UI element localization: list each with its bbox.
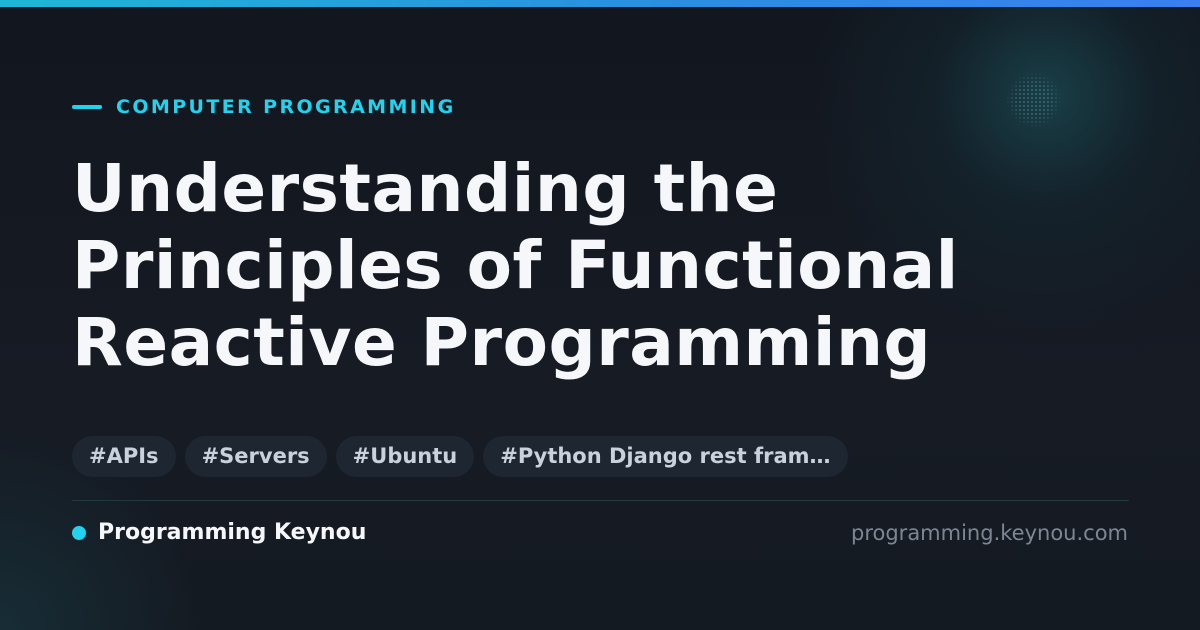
title-line-3: Reactive Programming — [72, 304, 932, 381]
tag-python-django: #Python Django rest fram… — [483, 436, 848, 477]
brand: Programming Keynou — [72, 517, 366, 549]
article-title: Understanding the Principles of Function… — [72, 150, 1132, 381]
tag-list: #APIs #Servers #Ubuntu #Python Django re… — [72, 436, 848, 477]
tag-apis: #APIs — [72, 436, 176, 477]
brand-dot-icon — [72, 526, 86, 540]
tag-ubuntu: #Ubuntu — [335, 436, 475, 477]
footer-divider — [72, 500, 1129, 501]
site-domain: programming.keynou.com — [851, 521, 1128, 545]
category-label: COMPUTER PROGRAMMING — [116, 96, 456, 118]
title-line-1: Understanding the — [72, 150, 779, 227]
category-eyebrow: COMPUTER PROGRAMMING — [72, 96, 456, 118]
dot-pattern-decoration — [1006, 72, 1062, 128]
top-accent-bar — [0, 0, 1200, 7]
title-line-2: Principles of Functional — [72, 227, 959, 304]
eyebrow-line-icon — [72, 105, 102, 109]
brand-name: Programming Keynou — [98, 520, 367, 545]
share-card: COMPUTER PROGRAMMING Understanding the P… — [0, 0, 1200, 630]
tag-servers: #Servers — [184, 436, 327, 477]
